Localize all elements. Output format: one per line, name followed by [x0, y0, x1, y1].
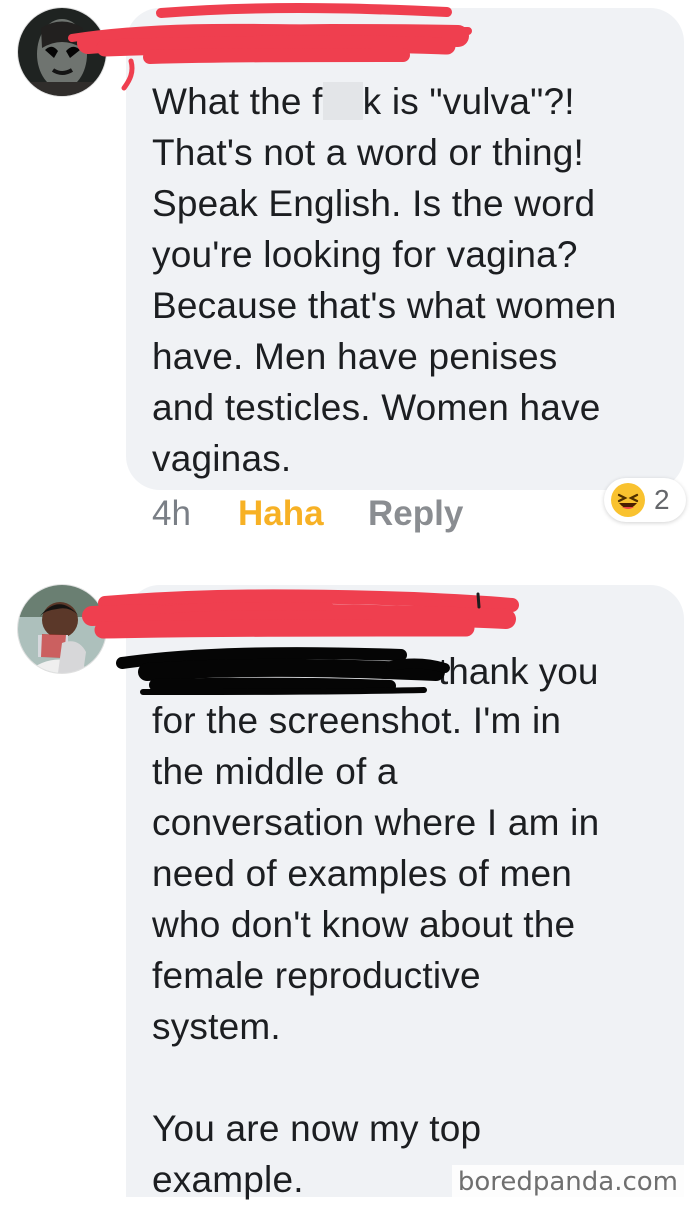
censored-word-gap — [322, 82, 363, 120]
avatar-image — [18, 585, 106, 673]
reply-button[interactable]: Reply — [368, 492, 463, 536]
comment-bubble: thank you for the screenshot. I'm in the… — [126, 585, 684, 1200]
watermark: boredpanda.com — [451, 1165, 684, 1199]
avatar[interactable] — [18, 8, 106, 96]
comment-first-line: thank you — [152, 646, 598, 697]
reaction-count: 2 — [654, 484, 670, 515]
comment-text-start: What the f — [152, 81, 323, 122]
laughing-emoji-icon — [611, 483, 645, 517]
avatar-image — [18, 8, 106, 96]
reaction-count-badge[interactable]: 2 — [604, 478, 686, 522]
haha-reaction-button[interactable]: Haha — [238, 492, 324, 536]
comment-text: for the screenshot. I'm in the middle of… — [152, 700, 600, 1200]
comment-text: What the fk is "vulva"?! That's not a wo… — [152, 76, 664, 484]
avatar[interactable] — [18, 585, 106, 673]
comment-text-end: k is "vulva"?! That's not a word or thin… — [152, 81, 617, 479]
comment-timestamp: 4h — [152, 494, 191, 533]
comment-bubble: What the fk is "vulva"?! That's not a wo… — [126, 8, 684, 490]
comment-first-line-text: thank you — [438, 651, 599, 692]
